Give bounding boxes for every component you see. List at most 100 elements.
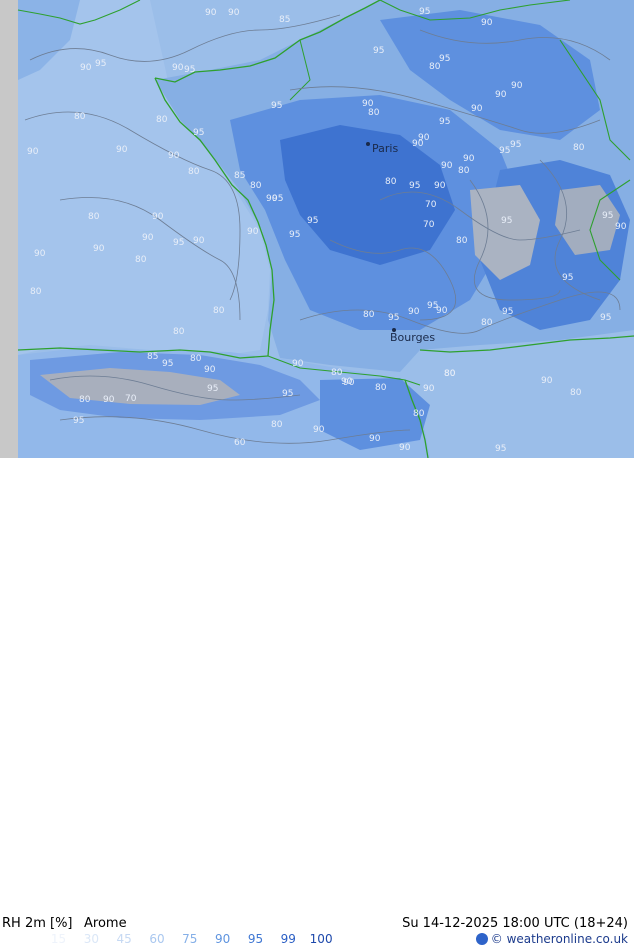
- contour-value-label: 90: [204, 365, 216, 375]
- copyright-link[interactable]: © weatheronline.co.uk: [475, 932, 628, 946]
- contour-value-label: 85: [234, 171, 245, 181]
- contour-value-label: 90: [441, 161, 453, 171]
- contour-value-label: 95: [439, 117, 450, 127]
- contour-value-label: 95: [282, 389, 293, 399]
- contour-value-label: 80: [188, 167, 200, 177]
- contour-value-label: 95: [289, 230, 300, 240]
- contour-value-label: 80: [413, 409, 425, 419]
- legend-value: 90: [215, 932, 231, 946]
- contour-value-label: 95: [600, 313, 611, 323]
- contour-value-label: 95: [184, 65, 195, 75]
- contour-value-label: 95: [373, 46, 384, 56]
- contour-value-label: 90: [116, 145, 128, 155]
- contour-value-label: 95: [439, 54, 450, 64]
- contour-value-label: 80: [173, 327, 185, 337]
- globe-icon: [475, 933, 488, 945]
- contour-value-label: 95: [495, 444, 506, 454]
- contour-value-label: 90: [292, 359, 304, 369]
- contour-value-label: 90: [343, 378, 355, 388]
- contour-value-label: 95: [307, 216, 318, 226]
- contour-value-label: 95: [419, 7, 430, 17]
- contour-value-label: 90: [418, 133, 430, 143]
- contour-value-label: 80: [190, 354, 202, 364]
- contour-value-label: 95: [602, 211, 613, 221]
- contour-value-label: 90: [80, 63, 92, 73]
- contour-value-label: 80: [456, 236, 468, 246]
- contour-value-label: 60: [234, 438, 246, 448]
- city-label: Paris: [372, 142, 398, 155]
- contour-value-label: 90: [471, 104, 483, 114]
- contour-value-label: 90: [541, 376, 553, 386]
- contour-value-label: 80: [79, 395, 91, 405]
- contour-value-label: 95: [388, 313, 399, 323]
- contour-value-label: 90: [103, 395, 115, 405]
- contour-value-label: 95: [173, 238, 184, 248]
- contour-value-label: 90: [481, 18, 493, 28]
- model-label: Arome: [84, 916, 127, 931]
- contour-value-label: 95: [162, 359, 173, 369]
- contour-value-label: 95: [501, 216, 512, 226]
- legend-value: 100: [309, 932, 333, 946]
- contour-value-label: 90: [369, 434, 381, 444]
- contour-value-label: 90: [193, 236, 205, 246]
- legend-value: 45: [116, 932, 132, 946]
- contour-value-label: 80: [74, 112, 86, 122]
- contour-value-label: 90: [247, 227, 259, 237]
- contour-value-label: 90: [27, 147, 39, 157]
- contour-value-label: 80: [573, 143, 585, 153]
- variable-label: RH 2m [%]: [2, 916, 73, 931]
- contour-value-label: 85: [279, 15, 290, 25]
- legend-value: 95: [247, 932, 264, 946]
- contour-value-label: 90: [205, 8, 217, 18]
- contour-value-label: 95: [502, 307, 513, 317]
- contour-value-label: 95: [510, 140, 521, 150]
- contour-value-label: 90: [436, 306, 448, 316]
- contour-value-label: 80: [368, 108, 380, 118]
- contour-value-label: 90: [399, 443, 411, 453]
- copyright-text: © weatheronline.co.uk: [490, 932, 628, 946]
- contour-value-label: 80: [30, 287, 42, 297]
- contour-value-label: 90: [228, 8, 240, 18]
- contour-value-label: 90: [313, 425, 325, 435]
- contour-value-label: 80: [271, 420, 283, 430]
- contour-value-label: 80: [135, 255, 147, 265]
- contour-value-label: 70: [125, 394, 137, 404]
- legend-value: 75: [182, 932, 198, 946]
- humidity-map: Paris Bourges 90 90 95 70 80 90 90 80 85 90 80 80 80…: [0, 0, 634, 459]
- legend-value: 15: [50, 932, 67, 946]
- city-bourges: Bourges: [390, 328, 435, 344]
- contour-value-label: 95: [193, 128, 204, 138]
- contour-value-label: 80: [458, 166, 470, 176]
- contour-value-label: 95: [562, 273, 573, 283]
- contour-value-label: 90: [362, 99, 374, 109]
- contour-value-label: 90: [408, 307, 420, 317]
- map-canvas: Paris Bourges 90909570809090808590808080…: [0, 0, 634, 459]
- valid-time-label: Su 14-12-2025 18:00 UTC (18+24): [402, 916, 628, 931]
- contour-value-label: 90: [172, 63, 184, 73]
- contour-value-label: 80: [444, 369, 456, 379]
- contour-value-label: 80: [481, 318, 493, 328]
- legend-value: 99: [280, 932, 296, 946]
- contour-value-label: 70: [423, 220, 435, 230]
- humidity-legend: 15 30 45 60 75 90 95 99 100: [44, 932, 336, 946]
- contour-value-label: 90: [266, 194, 278, 204]
- contour-value-label: 95: [271, 101, 282, 111]
- contour-value-label: 95: [73, 416, 84, 426]
- contour-value-label: 90: [423, 384, 435, 394]
- contour-value-label: 80: [570, 388, 582, 398]
- city-marker: [366, 142, 370, 146]
- contour-value-label: 95: [95, 59, 106, 69]
- no-data-strip: [0, 0, 18, 458]
- contour-value-label: 80: [88, 212, 100, 222]
- contour-value-label: 90: [495, 90, 507, 100]
- contour-value-label: 95: [207, 384, 218, 394]
- contour-value-label: 90: [142, 233, 154, 243]
- contour-value-label: 80: [385, 177, 397, 187]
- contour-value-label: 80: [429, 62, 441, 72]
- contour-value-label: 95: [409, 181, 420, 191]
- contour-value-label: 90: [93, 244, 105, 254]
- contour-value-label: 80: [156, 115, 168, 125]
- footer-bar: RH 2m [%] Arome Su 14-12-2025 18:00 UTC …: [0, 458, 634, 946]
- contour-value-label: 70: [425, 200, 437, 210]
- contour-value-label: 90: [168, 151, 180, 161]
